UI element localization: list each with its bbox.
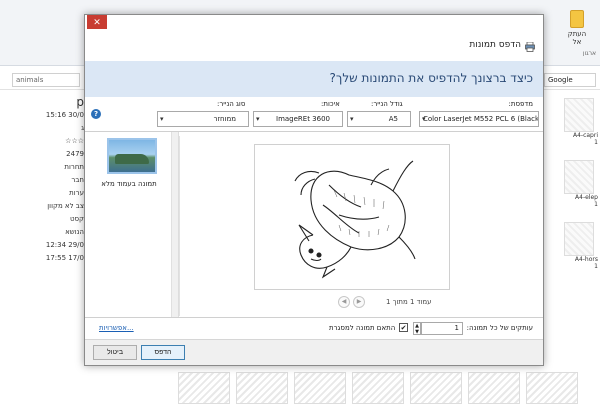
thumbnail-label: A4-capri 1 [572, 132, 598, 146]
google-folder-tab[interactable]: Google [544, 73, 596, 87]
close-button[interactable]: ✕ [87, 15, 107, 29]
chevron-down-icon: ▾ [256, 115, 260, 123]
dialog-footer: הדפס ביטול [85, 339, 543, 365]
print-pictures-dialog: ✕ הדפס תמונות כיצד ברצונך להדפיס את התמו… [84, 14, 544, 366]
landscape-thumbnail-image [115, 154, 149, 164]
chevron-down-icon: ▾ [160, 115, 164, 123]
paper-size-value: A5 [388, 115, 398, 123]
cancel-button[interactable]: ביטול [93, 345, 137, 360]
prev-page-button[interactable]: ◀ [338, 296, 350, 308]
print-button[interactable]: הדפס [141, 345, 185, 360]
thumbnail-label: A4-elep 1 [575, 194, 598, 208]
copy-label-2: אל [572, 38, 582, 46]
copies-spinner[interactable]: ▲ ▼ [413, 322, 421, 335]
chevron-down-icon: ▾ [422, 115, 426, 123]
fit-to-frame-checkbox[interactable]: ✔ [399, 323, 408, 332]
detail-line: ☆☆☆ [65, 137, 84, 145]
detail-line: 15:16 30/0 [45, 111, 84, 119]
preview-page [254, 144, 450, 290]
detail-line: 12:34 29/0 [45, 241, 84, 249]
thumbnail[interactable] [564, 98, 594, 132]
detail-line: ג [81, 124, 84, 132]
paper-size-label: גודל הנייר: [371, 100, 403, 108]
printer-label: מדפסת: [508, 100, 533, 108]
thumbnail[interactable] [178, 372, 230, 404]
thumbnail[interactable] [352, 372, 404, 404]
detail-line: חבר [71, 176, 84, 184]
dialog-titlebar: ✕ הדפס תמונות [85, 15, 543, 61]
chevron-down-icon: ▾ [350, 115, 354, 123]
print-settings-row: מדפסת: ▾ Color LaserJet M552 PCL 6 (Blac… [85, 97, 543, 131]
folder-icon [570, 10, 584, 28]
options-link[interactable]: אפשרויות... [99, 324, 134, 332]
explorer-search-input[interactable]: animals [12, 73, 80, 87]
copy-label-1: העתק [567, 30, 587, 38]
page-navigation: ◀ ▶ [338, 296, 365, 308]
layout-thumbnail[interactable] [107, 138, 157, 174]
help-icon[interactable]: ? [91, 109, 101, 119]
layout-label: תמונה בעמוד מלא [101, 180, 157, 188]
printer-value: Color LaserJet M552 PCL 6 (Black) [423, 115, 539, 123]
copy-to-button[interactable]: העתק אל [558, 10, 596, 46]
dialog-header: כיצד ברצונך להדפיס את התמונות שלך? [85, 61, 543, 97]
thumbnail[interactable] [294, 372, 346, 404]
paper-type-value: ממוחזר [213, 115, 236, 123]
quality-select[interactable]: ▾ ImageREt 3600 [253, 111, 343, 127]
detail-line: תחרות [64, 163, 84, 171]
fit-to-frame-label: התאם תמונה למסגרת [329, 324, 396, 332]
quality-value: ImageREt 3600 [276, 115, 330, 123]
thumbnail-column: A4-capri 1 A4-elep 1 A4-hors 1 [550, 96, 600, 282]
ribbon-group-label: ארגון [582, 50, 596, 57]
bottom-thumbnails [178, 372, 598, 404]
thumbnail-label: A4-hors 1 [574, 256, 598, 270]
quality-label: איכות: [321, 100, 340, 108]
options-row: עותקים של כל תמונה: 1 ▲ ▼ ✔ התאם תמונה ל… [85, 317, 543, 339]
dialog-question: כיצד ברצונך להדפיס את התמונות שלך? [329, 71, 533, 85]
dialog-title: הדפס תמונות [469, 40, 521, 50]
detail-line: p [76, 95, 84, 109]
printer-select[interactable]: ▾ Color LaserJet M552 PCL 6 (Black) [419, 111, 539, 127]
thumbnail[interactable] [526, 372, 578, 404]
spin-down-icon: ▼ [415, 329, 419, 335]
paper-type-select[interactable]: ▾ ממוחזר [157, 111, 249, 127]
thumbnail[interactable] [564, 160, 594, 194]
preview-pane: ◀ ▶ עמוד 1 מתוך 1 [179, 136, 455, 316]
details-column: p 15:16 30/0 ג ☆☆☆ 2479 תחרות חבר ערות צב לא מקו… [40, 96, 84, 265]
thumbnail[interactable] [564, 222, 594, 256]
dialog-body: ◀ ▶ עמוד 1 מתוך 1 תמונה בעמוד מלא [85, 131, 543, 318]
detail-line: צב לא מקוון [47, 202, 84, 210]
detail-line: 2479 [66, 150, 84, 158]
cat-sketch-image [294, 160, 416, 279]
paper-size-select[interactable]: ▾ A5 [347, 111, 411, 127]
thumbnail[interactable] [468, 372, 520, 404]
detail-line: 17:55 17/0 [45, 254, 84, 262]
paper-type-label: סוג הנייר: [217, 100, 246, 108]
layout-panel: תמונה בעמוד מלא [85, 132, 179, 318]
detail-line: קסט [69, 215, 84, 223]
thumbnail[interactable] [410, 372, 462, 404]
copies-label: עותקים של כל תמונה: [466, 324, 533, 332]
thumbnail[interactable] [236, 372, 288, 404]
printer-icon [525, 42, 535, 52]
next-page-button[interactable]: ▶ [353, 296, 365, 308]
copies-input[interactable]: 1 [421, 322, 463, 335]
detail-line: ערות [69, 189, 84, 197]
layout-scrollbar[interactable] [171, 132, 178, 318]
detail-line: הנושא [65, 228, 84, 236]
page-counter: עמוד 1 מתוך 1 [386, 298, 432, 306]
